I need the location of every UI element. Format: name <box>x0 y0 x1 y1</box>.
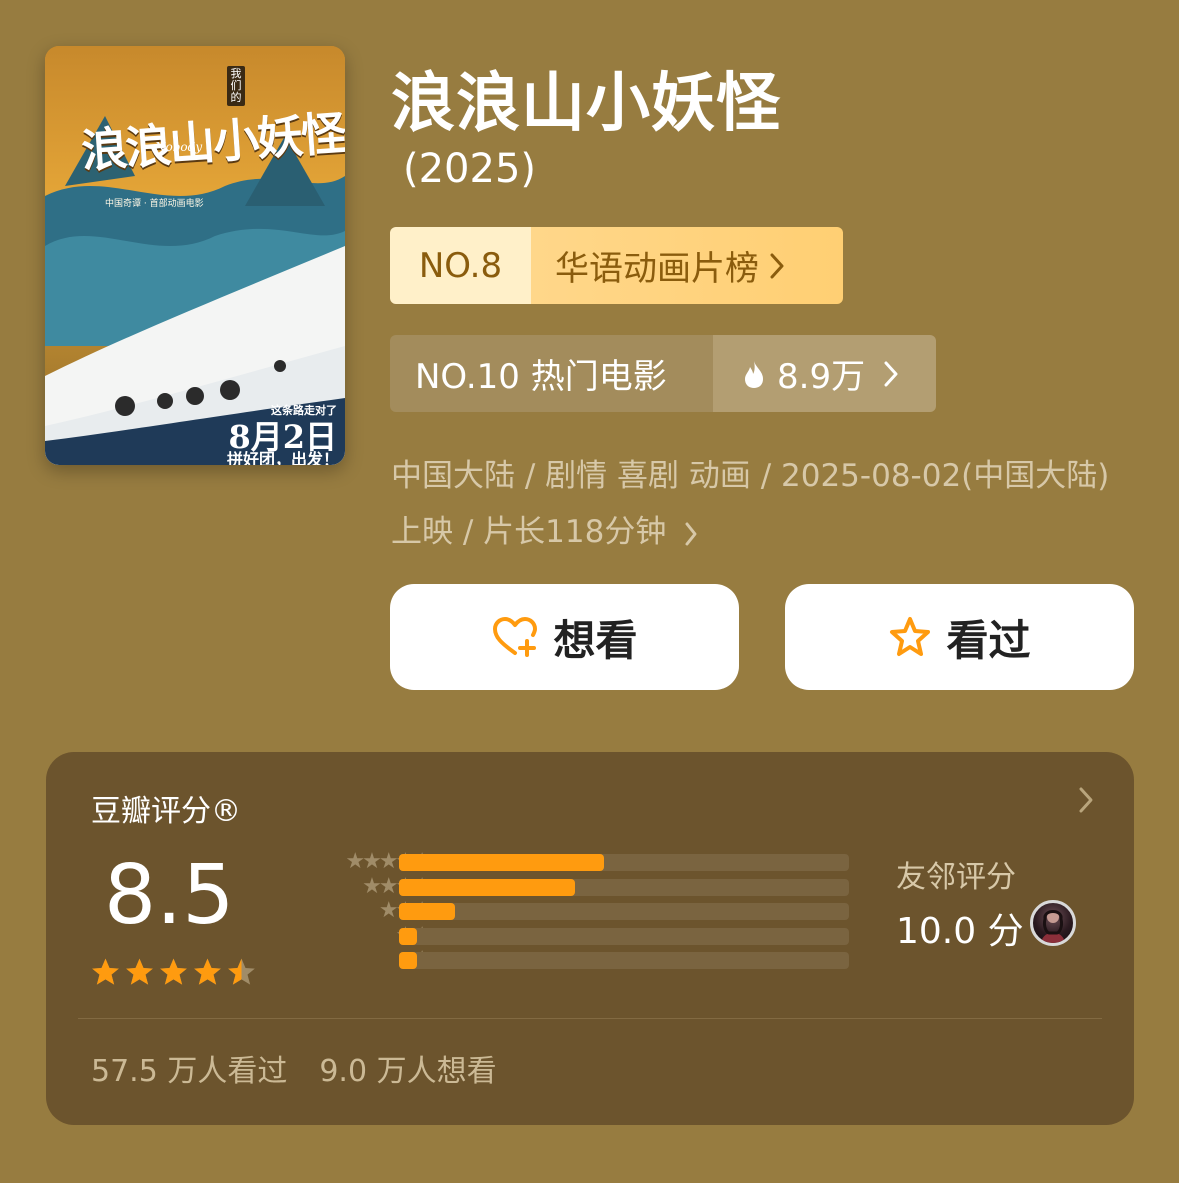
movie-year: (2025) <box>403 146 537 192</box>
distribution-row: ★ <box>279 949 849 971</box>
flame-icon <box>745 360 763 388</box>
chevron-right-icon[interactable] <box>1078 786 1094 814</box>
distribution-row: ★★★ <box>279 900 849 922</box>
movie-meta-info[interactable]: 中国大陆 / 剧情 喜剧 动画 / 2025-08-02(中国大陆) 上映 / … <box>391 448 1131 560</box>
want-label: 想看 <box>553 615 638 665</box>
wanted-count: 9.0 万人想看 <box>319 1054 497 1089</box>
avatar[interactable] <box>1030 900 1076 946</box>
rating-star-icon <box>228 958 255 985</box>
audience-stats: 57.5 万人看过 9.0 万人想看 <box>91 1046 497 1090</box>
distribution-bar <box>399 903 456 920</box>
distribution-bar <box>399 854 604 871</box>
rating-stars <box>89 956 258 988</box>
poster-subtitle: Nobody <box>155 140 203 154</box>
movie-title: 浪浪山小妖怪 <box>391 67 781 141</box>
distribution-row: ★★★★★ <box>279 851 849 873</box>
rating-card[interactable]: 豆瓣评分® 8.5 ★★★★★★★★★★★★★★★ 友邻评分 10.0 分 57… <box>46 752 1134 1125</box>
hot-movie-badge[interactable]: NO.10 热门电影 8.9万 <box>390 335 936 412</box>
distribution-bar-track <box>399 854 849 871</box>
distribution-bar <box>399 927 417 945</box>
distribution-bar-track <box>399 903 849 920</box>
movie-poster[interactable]: 我们的 浪浪山小妖怪 Nobody 中国奇谭 · 首部动画电影 这条路走对了 8… <box>45 46 345 465</box>
distribution-bar-track <box>399 878 849 896</box>
movie-meta-text: 中国大陆 / 剧情 喜剧 动画 / 2025-08-02(中国大陆) 上映 / … <box>391 458 1110 550</box>
distribution-bar <box>399 878 575 896</box>
ranking-badge-animation[interactable]: NO.8 华语动画片榜 <box>390 227 843 304</box>
watched-button[interactable]: 看过 <box>785 584 1134 690</box>
distribution-bar-track <box>399 927 849 945</box>
heat-count: 8.9万 <box>713 335 936 412</box>
rating-header: 豆瓣评分® <box>91 794 241 829</box>
friends-rating-score: 10.0 分 <box>896 911 1024 952</box>
rating-star-icon <box>126 958 153 985</box>
distribution-bar-track <box>399 952 849 969</box>
rating-star-icon <box>160 958 187 985</box>
chevron-right-icon <box>770 253 784 278</box>
avatar-image <box>1041 910 1065 943</box>
heat-value: 8.9万 <box>777 357 866 397</box>
poster-go: 拼好团，出发！ <box>226 450 339 465</box>
seen-label: 看过 <box>946 615 1031 665</box>
ranking-list-label: 华语动画片榜 <box>531 227 843 304</box>
rating-star-icon <box>92 958 119 985</box>
poster-tagline: 中国奇谭 · 首部动画电影 <box>105 199 204 209</box>
divider <box>78 1018 1102 1019</box>
chevron-right-icon <box>685 522 697 545</box>
distribution-row: ★★ <box>279 924 849 946</box>
ranking-list-name: 华语动画片榜 <box>555 249 759 289</box>
rating-score: 8.5 <box>104 848 235 943</box>
distribution-bar <box>399 952 417 969</box>
watched-count: 57.5 万人看过 <box>91 1054 288 1089</box>
star-outline-icon <box>890 617 931 656</box>
heart-plus-icon <box>493 617 538 657</box>
ranking-number: NO.8 <box>390 227 531 304</box>
rating-star-icon <box>194 958 221 985</box>
poster-vertical-text: 我们的 <box>227 66 245 106</box>
chevron-right-icon <box>884 361 898 386</box>
hot-rank-label: NO.10 热门电影 <box>390 335 713 412</box>
distribution-row: ★★★★ <box>279 875 849 897</box>
friends-rating-label: 友邻评分 <box>896 860 1016 895</box>
want-to-watch-button[interactable]: 想看 <box>390 584 739 690</box>
